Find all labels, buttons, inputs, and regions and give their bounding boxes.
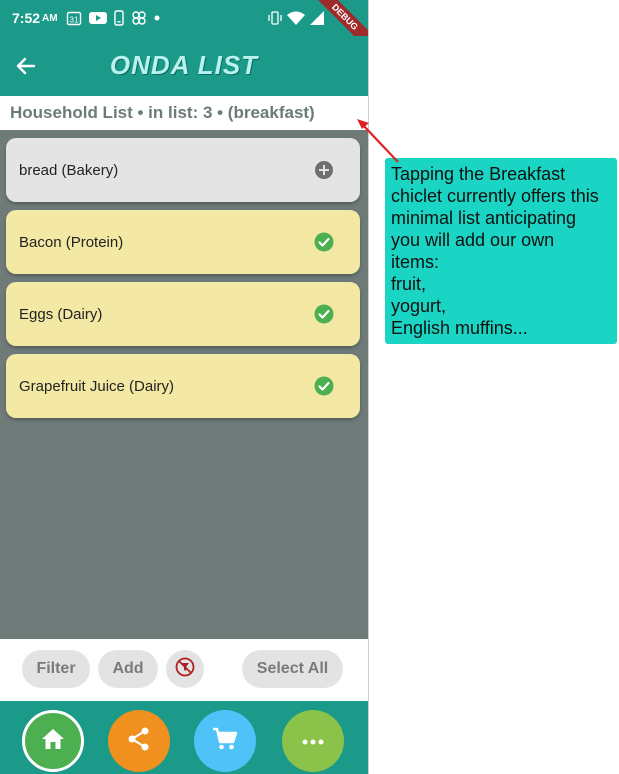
home-icon xyxy=(41,728,65,755)
cart-button[interactable] xyxy=(194,710,256,772)
callout-line: Tapping the Breakfast xyxy=(391,164,566,184)
phone-screen: 7:52 AM 31 DEBUG ONDA LIST Household Lis… xyxy=(0,0,368,774)
callout-line: yogurt, xyxy=(391,296,447,316)
list-item[interactable]: Eggs (Dairy) xyxy=(6,282,360,346)
add-button[interactable]: Add xyxy=(98,650,158,688)
home-button[interactable] xyxy=(22,710,84,772)
plus-circle-icon[interactable] xyxy=(314,160,334,180)
bottom-nav xyxy=(0,701,368,774)
list-item[interactable]: Bacon (Protein) xyxy=(6,210,360,274)
callout-line: items: xyxy=(391,252,440,272)
app-bar: ONDA LIST xyxy=(0,36,368,96)
callout-line: fruit, xyxy=(391,274,427,294)
calendar-day: 31 xyxy=(69,16,78,25)
signal-icon xyxy=(310,11,324,28)
more-button[interactable] xyxy=(282,710,344,772)
callout-line: minimal list anticipating xyxy=(391,208,577,228)
screen-divider xyxy=(368,0,369,774)
vibrate-icon xyxy=(268,10,282,29)
check-circle-icon[interactable] xyxy=(314,232,334,252)
phone-icon xyxy=(113,10,124,26)
share-icon xyxy=(126,726,152,757)
callout-line: you will add our own xyxy=(391,230,555,250)
filter-button[interactable]: Filter xyxy=(22,650,90,688)
action-toolbar: Filter Add Select All xyxy=(0,639,368,701)
status-right xyxy=(268,10,324,29)
list-subtitle-text: Household List • in list: 3 • (breakfast… xyxy=(10,103,315,122)
app-title: ONDA LIST xyxy=(109,50,259,80)
list-item-label: Eggs (Dairy) xyxy=(19,305,103,323)
pinwheel-icon xyxy=(131,10,147,26)
status-time: 7:52 xyxy=(12,10,41,26)
share-button[interactable] xyxy=(108,710,170,772)
clear-filter-button[interactable] xyxy=(166,650,204,688)
annotation-callout: Tapping the Breakfast chiclet currently … xyxy=(385,158,617,344)
more-icon xyxy=(302,732,324,750)
select-all-button[interactable]: Select All xyxy=(242,650,343,688)
list-subtitle: Household List • in list: 3 • (breakfast… xyxy=(0,96,368,130)
callout-line: chiclet currently offers this xyxy=(391,186,599,206)
list-item-label: bread (Bakery) xyxy=(19,161,119,179)
status-bar: 7:52 AM 31 DEBUG xyxy=(0,0,368,54)
dot-icon xyxy=(154,15,160,21)
youtube-icon xyxy=(88,11,107,25)
list-item[interactable]: Grapefruit Juice (Dairy) xyxy=(6,354,360,418)
list-item-label: Grapefruit Juice (Dairy) xyxy=(19,377,175,395)
callout-line: English muffins... xyxy=(391,318,528,338)
check-circle-icon[interactable] xyxy=(314,304,334,324)
item-list: bread (Bakery) Bacon (Protein) Eggs (Dai… xyxy=(6,138,360,426)
status-ampm: AM xyxy=(42,12,58,24)
check-circle-icon[interactable] xyxy=(314,376,334,396)
list-item-label: Bacon (Protein) xyxy=(19,233,124,251)
wifi-icon xyxy=(287,11,305,28)
list-item[interactable]: bread (Bakery) xyxy=(6,138,360,202)
calendar-icon: 31 xyxy=(66,10,82,26)
filter-off-icon xyxy=(174,656,196,683)
cart-icon xyxy=(212,726,238,757)
